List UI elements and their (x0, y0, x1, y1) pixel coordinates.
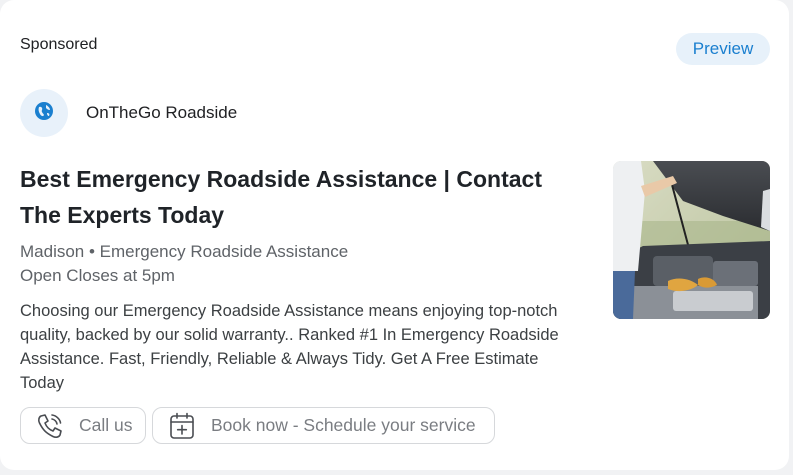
preview-button[interactable]: Preview (676, 33, 770, 65)
ad-meta: Madison • Emergency Roadside Assistance … (20, 240, 348, 288)
book-now-label: Book now - Schedule your service (211, 415, 476, 435)
calendar-add-icon (169, 412, 195, 440)
ad-description: Choosing our Emergency Roadside Assistan… (20, 302, 559, 392)
location-line: Madison • Emergency Roadside Assistance (20, 242, 349, 261)
book-now-button[interactable]: Book now - Schedule your service (152, 407, 495, 444)
call-button[interactable]: Call us (20, 407, 146, 444)
advertiser-logo (20, 89, 68, 137)
ad-headline[interactable]: Best Emergency Roadside Assistance | Con… (20, 161, 580, 233)
advertiser-name[interactable]: OnTheGo Roadside (86, 103, 237, 123)
globe-icon (34, 101, 54, 126)
call-label: Call us (79, 415, 133, 435)
sponsored-label: Sponsored (20, 36, 98, 53)
ad-card: Sponsored Preview OnTheGo Roadside Best … (0, 0, 789, 470)
phone-icon (35, 411, 65, 441)
hours-line: Open Closes at 5pm (20, 266, 175, 285)
ad-image[interactable] (613, 161, 770, 319)
